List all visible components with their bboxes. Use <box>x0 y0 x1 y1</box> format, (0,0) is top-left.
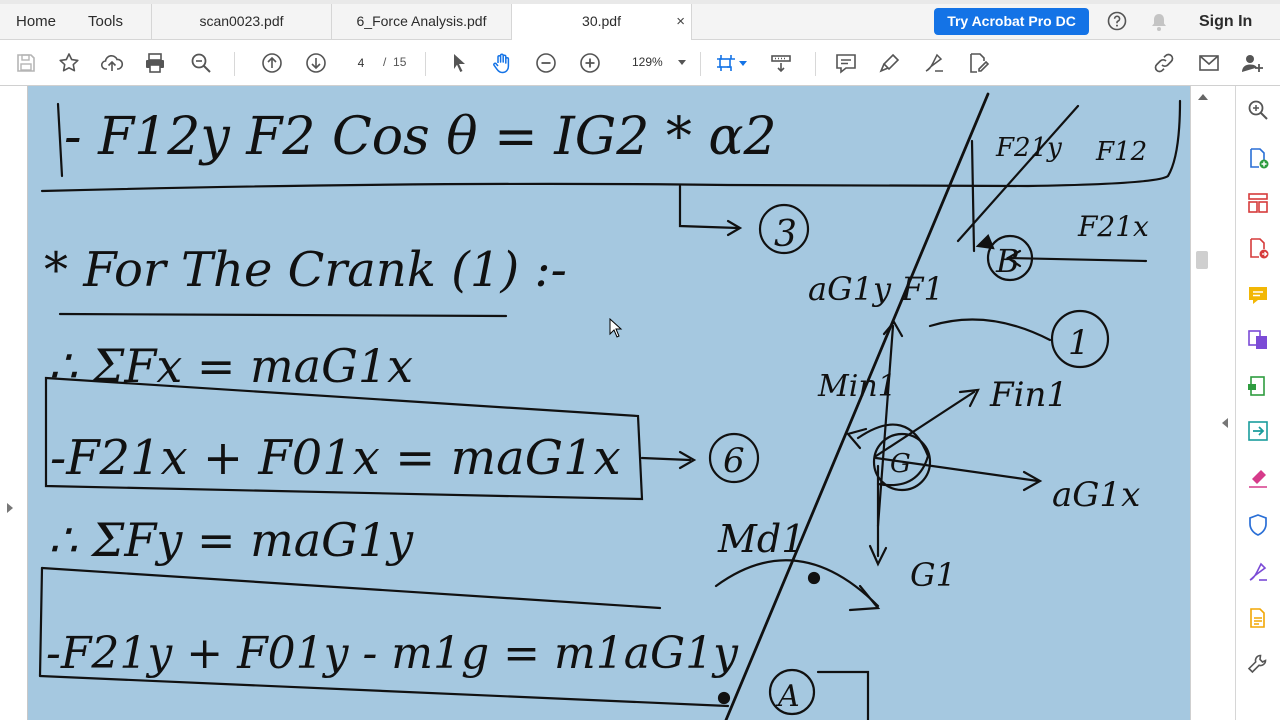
tab-label: 6_Force Analysis.pdf <box>356 13 487 29</box>
nav-tools[interactable]: Tools <box>88 4 123 39</box>
comment-note-icon[interactable] <box>1246 283 1270 307</box>
right-panel-toggle-strip <box>1214 86 1236 720</box>
zoom-in-icon[interactable] <box>578 51 602 75</box>
create-pdf-icon[interactable] <box>1246 146 1270 170</box>
bookmark-star-icon[interactable] <box>57 51 81 75</box>
more-tools-icon[interactable] <box>1246 652 1270 676</box>
scan-icon[interactable] <box>1246 606 1270 630</box>
label-point-a: A <box>775 679 800 714</box>
tab-force-analysis[interactable]: 6_Force Analysis.pdf <box>332 4 512 39</box>
tab-label: 30.pdf <box>582 13 621 29</box>
try-acrobat-pro-button[interactable]: Try Acrobat Pro DC <box>934 8 1089 35</box>
sign-in-link[interactable]: Sign In <box>1199 4 1252 39</box>
send-sign-icon[interactable] <box>1246 560 1270 584</box>
vertical-scrollbar[interactable] <box>1190 86 1214 720</box>
label-md1: Md1 <box>717 517 805 561</box>
sum-fx-equation: ∴ ΣFx = maG1x <box>48 339 413 393</box>
sum-fy-equation: ∴ ΣFy = maG1y <box>48 513 414 567</box>
equation-line: - F12y F2 Cos θ = IG2 * α2 <box>64 107 777 167</box>
expand-left-panel-icon[interactable] <box>7 503 13 513</box>
fit-page-icon[interactable] <box>714 51 738 75</box>
select-arrow-icon[interactable] <box>447 51 471 75</box>
nav-home[interactable]: Home <box>16 4 56 39</box>
page-up-icon[interactable] <box>260 51 284 75</box>
pdf-page[interactable]: - F12y F2 Cos θ = IG2 * α2 3 * For The C… <box>28 86 1190 720</box>
highlight-pen-icon[interactable] <box>878 51 902 75</box>
search-zoom-icon[interactable] <box>1246 98 1270 122</box>
close-icon[interactable]: × <box>676 4 685 39</box>
label-ag1y: aG1y F1 <box>808 270 944 308</box>
handwritten-notes: - F12y F2 Cos θ = IG2 * α2 3 * For The C… <box>38 92 1182 720</box>
label-min1: Min1 <box>817 369 897 404</box>
bell-icon[interactable] <box>1150 12 1168 32</box>
label-f21y: F21y <box>995 133 1062 163</box>
zoom-out-icon[interactable] <box>534 51 558 75</box>
chevron-down-icon[interactable] <box>678 60 686 65</box>
protect-shield-icon[interactable] <box>1246 513 1270 537</box>
tab-label: scan0023.pdf <box>199 13 284 29</box>
left-panel-collapsed <box>0 86 28 720</box>
label-fin1: Fin1 <box>989 375 1068 415</box>
eq-y-boxed: -F21y + F01y - m1g = m1aG1y <box>46 628 739 679</box>
fill-sign-icon[interactable] <box>1246 466 1270 490</box>
link-icon[interactable] <box>1152 51 1176 75</box>
help-icon[interactable] <box>1107 11 1127 31</box>
tab-30pdf[interactable]: 30.pdf × <box>512 4 692 40</box>
label-f12: F12 <box>1095 137 1147 167</box>
label-point-b: B <box>995 242 1020 280</box>
save-icon[interactable] <box>14 51 38 75</box>
label-ag1x: aG1x <box>1052 475 1140 515</box>
sign-icon[interactable] <box>922 51 946 75</box>
email-icon[interactable] <box>1197 51 1221 75</box>
main-toolbar: 4 / 15 129% <box>0 40 1280 86</box>
crank-heading: * For The Crank (1) :- <box>44 242 567 298</box>
eq-x-boxed: -F21x + F01x = maG1x <box>50 430 621 486</box>
equation-number-3: 3 <box>774 214 797 255</box>
page-number-input[interactable]: 4 <box>345 50 377 76</box>
right-tools-panel <box>1236 86 1280 720</box>
add-user-icon[interactable] <box>1240 51 1264 75</box>
chevron-down-icon[interactable] <box>739 61 747 66</box>
scroll-up-icon[interactable] <box>1198 94 1208 100</box>
mouse-cursor-icon <box>609 317 623 338</box>
tab-bar: Home Tools scan0023.pdf 6_Force Analysis… <box>0 4 1280 40</box>
label-g: G <box>890 449 911 479</box>
edit-pdf-icon[interactable] <box>1246 374 1270 398</box>
edit-pdf-icon[interactable] <box>966 51 990 75</box>
print-icon[interactable] <box>143 51 167 75</box>
label-f21x: F21x <box>1077 210 1149 243</box>
organize-pages-icon[interactable] <box>1246 191 1270 215</box>
equation-number-6: 6 <box>723 441 745 481</box>
label-link-1: 1 <box>1068 323 1090 363</box>
collapse-right-panel-icon[interactable] <box>1222 418 1228 428</box>
page-down-icon[interactable] <box>304 51 328 75</box>
combine-files-icon[interactable] <box>1246 328 1270 352</box>
page-count-label: / 15 <box>383 55 407 69</box>
export-convert-icon[interactable] <box>1246 419 1270 443</box>
zoom-search-icon[interactable] <box>189 51 213 75</box>
label-g1: G1 <box>910 556 956 594</box>
comment-icon[interactable] <box>834 51 858 75</box>
upload-cloud-icon[interactable] <box>100 51 124 75</box>
scrollbar-thumb[interactable] <box>1196 251 1208 269</box>
tab-scan0023[interactable]: scan0023.pdf <box>151 4 332 39</box>
hand-tool-icon[interactable] <box>490 51 514 75</box>
scroll-mode-icon[interactable] <box>769 51 793 75</box>
export-pdf-icon[interactable] <box>1246 236 1270 260</box>
